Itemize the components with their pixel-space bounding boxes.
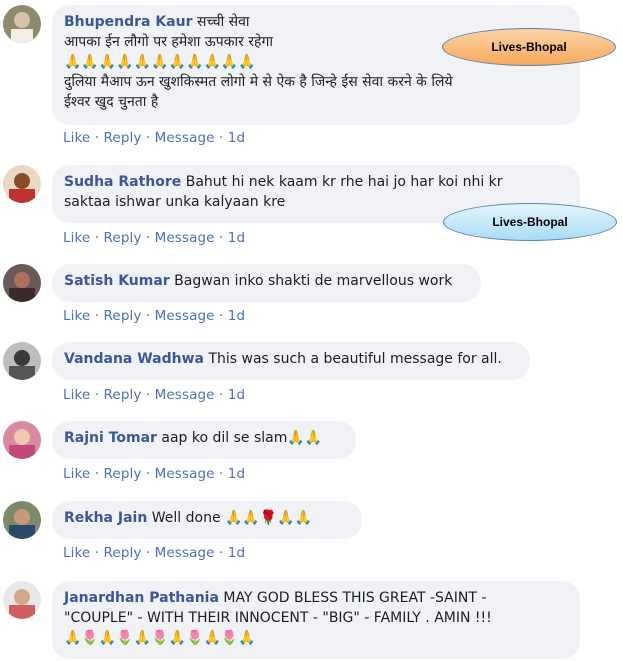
separator: · [145,545,151,561]
timestamp[interactable]: 1d [228,230,245,246]
separator: · [145,130,151,146]
separator: · [218,545,224,561]
separator: · [94,466,100,482]
commenter-name[interactable]: Satish Kumar [64,273,170,289]
watermark-badge: Lives-Bhopal [442,28,616,66]
separator: · [218,130,224,146]
reply-link[interactable]: Reply [104,130,142,146]
separator: · [145,387,151,403]
comment-text: This was such a beautiful message for al… [208,351,502,367]
like-link[interactable]: Like [63,130,90,146]
comment-text: MAY GOD BLESS THIS GREAT -SAINT - [223,590,487,606]
comment-text: 🙏🌷🙏🌷🙏🌷🙏🌷🙏🌷🙏 [64,630,256,646]
comment-actions: Like · Reply · Message · 1d [63,130,245,146]
comment-text: ईश्वर खुद चुनता है [64,94,159,110]
reply-link[interactable]: Reply [104,466,142,482]
separator: · [218,308,224,324]
comment-actions: Like · Reply · Message · 1d [63,466,245,482]
avatar[interactable] [3,264,41,302]
message-link[interactable]: Message [155,545,215,561]
comment-text: Well done 🙏🙏🌹🙏🙏 [151,510,313,526]
like-link[interactable]: Like [63,230,90,246]
commenter-name[interactable]: Rajni Tomar [64,430,157,446]
separator: · [145,466,151,482]
watermark-text: Lives-Bhopal [492,215,568,229]
message-link[interactable]: Message [155,466,215,482]
comment-text: saktaa ishwar unka kalyaan kre [64,194,286,210]
like-link[interactable]: Like [63,545,90,561]
comment-actions: Like · Reply · Message · 1d [63,387,245,403]
avatar[interactable] [3,581,41,619]
comment-bubble: Rajni Tomar aap ko dil se slam🙏🙏 [52,421,356,459]
timestamp[interactable]: 1d [228,545,245,561]
separator: · [94,130,100,146]
timestamp[interactable]: 1d [228,130,245,146]
reply-link[interactable]: Reply [104,545,142,561]
like-link[interactable]: Like [63,387,90,403]
avatar[interactable] [3,5,41,43]
separator: · [94,230,100,246]
comment-text: Bagwan inko shakti de marvellous work [174,273,453,289]
timestamp[interactable]: 1d [228,466,245,482]
comment-actions: Like · Reply · Message · 1d [63,308,245,324]
comment-text: Bahut hi nek kaam kr rhe hai jo har koi … [185,174,503,190]
message-link[interactable]: Message [155,230,215,246]
commenter-name[interactable]: Sudha Rathore [64,174,181,190]
separator: · [94,387,100,403]
avatar[interactable] [3,342,41,380]
comment-text: aap ko dil se slam🙏🙏 [161,430,323,446]
separator: · [218,466,224,482]
watermark-badge: Lives-Bhopal [443,203,617,241]
like-link[interactable]: Like [63,466,90,482]
separator: · [94,308,100,324]
commenter-name[interactable]: Rekha Jain [64,510,147,526]
separator: · [145,308,151,324]
reply-link[interactable]: Reply [104,308,142,324]
timestamp[interactable]: 1d [228,387,245,403]
avatar[interactable] [3,501,41,539]
separator: · [218,230,224,246]
comment-actions: Like · Reply · Message · 1d [63,545,245,561]
comment-text: 🙏🙏🙏🙏🙏🙏🙏🙏🙏🙏🙏 [64,54,256,70]
comment-bubble: Satish Kumar Bagwan inko shakti de marve… [52,264,481,302]
commenter-name[interactable]: Janardhan Pathania [64,590,219,606]
comment-text: "COUPLE" - WITH THEIR INNOCENT - "BIG" -… [64,610,492,626]
message-link[interactable]: Message [155,308,215,324]
comment-bubble: Rekha Jain Well done 🙏🙏🌹🙏🙏 [52,501,362,539]
reply-link[interactable]: Reply [104,230,142,246]
like-link[interactable]: Like [63,308,90,324]
comment-actions: Like · Reply · Message · 1d [63,230,245,246]
message-link[interactable]: Message [155,387,215,403]
avatar[interactable] [3,421,41,459]
comment-text: सच्ची सेवा [196,14,250,30]
message-link[interactable]: Message [155,130,215,146]
reply-link[interactable]: Reply [104,387,142,403]
watermark-text: Lives-Bhopal [491,40,567,54]
separator: · [145,230,151,246]
commenter-name[interactable]: Bhupendra Kaur [64,14,193,30]
timestamp[interactable]: 1d [228,308,245,324]
commenter-name[interactable]: Vandana Wadhwa [64,351,204,367]
comment-text: दुलिया मैआप ऊन खुशकिस्मत लोगो मे से ऐक ह… [64,74,453,90]
comment-bubble: Vandana Wadhwa This was such a beautiful… [52,342,530,380]
comment-bubble: Janardhan Pathania MAY GOD BLESS THIS GR… [52,581,580,659]
comment-text: आपका ईन लौगो पर हमेशा ऊपकार रहेगा [64,34,273,50]
avatar[interactable] [3,165,41,203]
separator: · [94,545,100,561]
separator: · [218,387,224,403]
